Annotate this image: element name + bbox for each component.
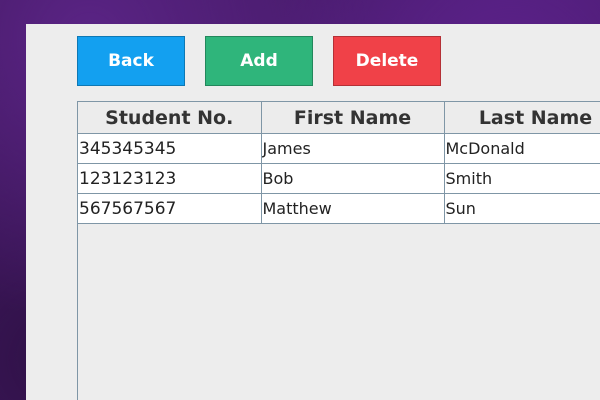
table-row[interactable]: 345345345 James McDonald [78, 133, 600, 164]
last-name-cell[interactable]: McDonald [444, 133, 600, 164]
app-window: Back Add Delete Student No. First Name L… [26, 24, 600, 400]
table-header-row: Student No. First Name Last Name [78, 102, 600, 134]
students-table[interactable]: Student No. First Name Last Name 3453453… [77, 101, 600, 400]
table-row[interactable]: 567567567 Matthew Sun [78, 193, 600, 224]
delete-button[interactable]: Delete [333, 36, 441, 86]
add-button[interactable]: Add [205, 36, 313, 86]
first-name-cell[interactable]: James [261, 133, 445, 164]
first-name-cell[interactable]: Matthew [261, 193, 445, 224]
last-name-cell[interactable]: Sun [444, 193, 600, 224]
column-header-student-no[interactable]: Student No. [78, 102, 262, 134]
student-no-cell[interactable]: 345345345 [78, 133, 262, 164]
student-no-cell[interactable]: 567567567 [78, 193, 262, 224]
back-button[interactable]: Back [77, 36, 185, 86]
last-name-cell[interactable]: Smith [444, 163, 600, 194]
student-no-cell[interactable]: 123123123 [78, 163, 262, 194]
column-header-first-name[interactable]: First Name [261, 102, 445, 134]
table-row[interactable]: 123123123 Bob Smith [78, 163, 600, 194]
first-name-cell[interactable]: Bob [261, 163, 445, 194]
column-header-last-name[interactable]: Last Name [444, 102, 600, 134]
